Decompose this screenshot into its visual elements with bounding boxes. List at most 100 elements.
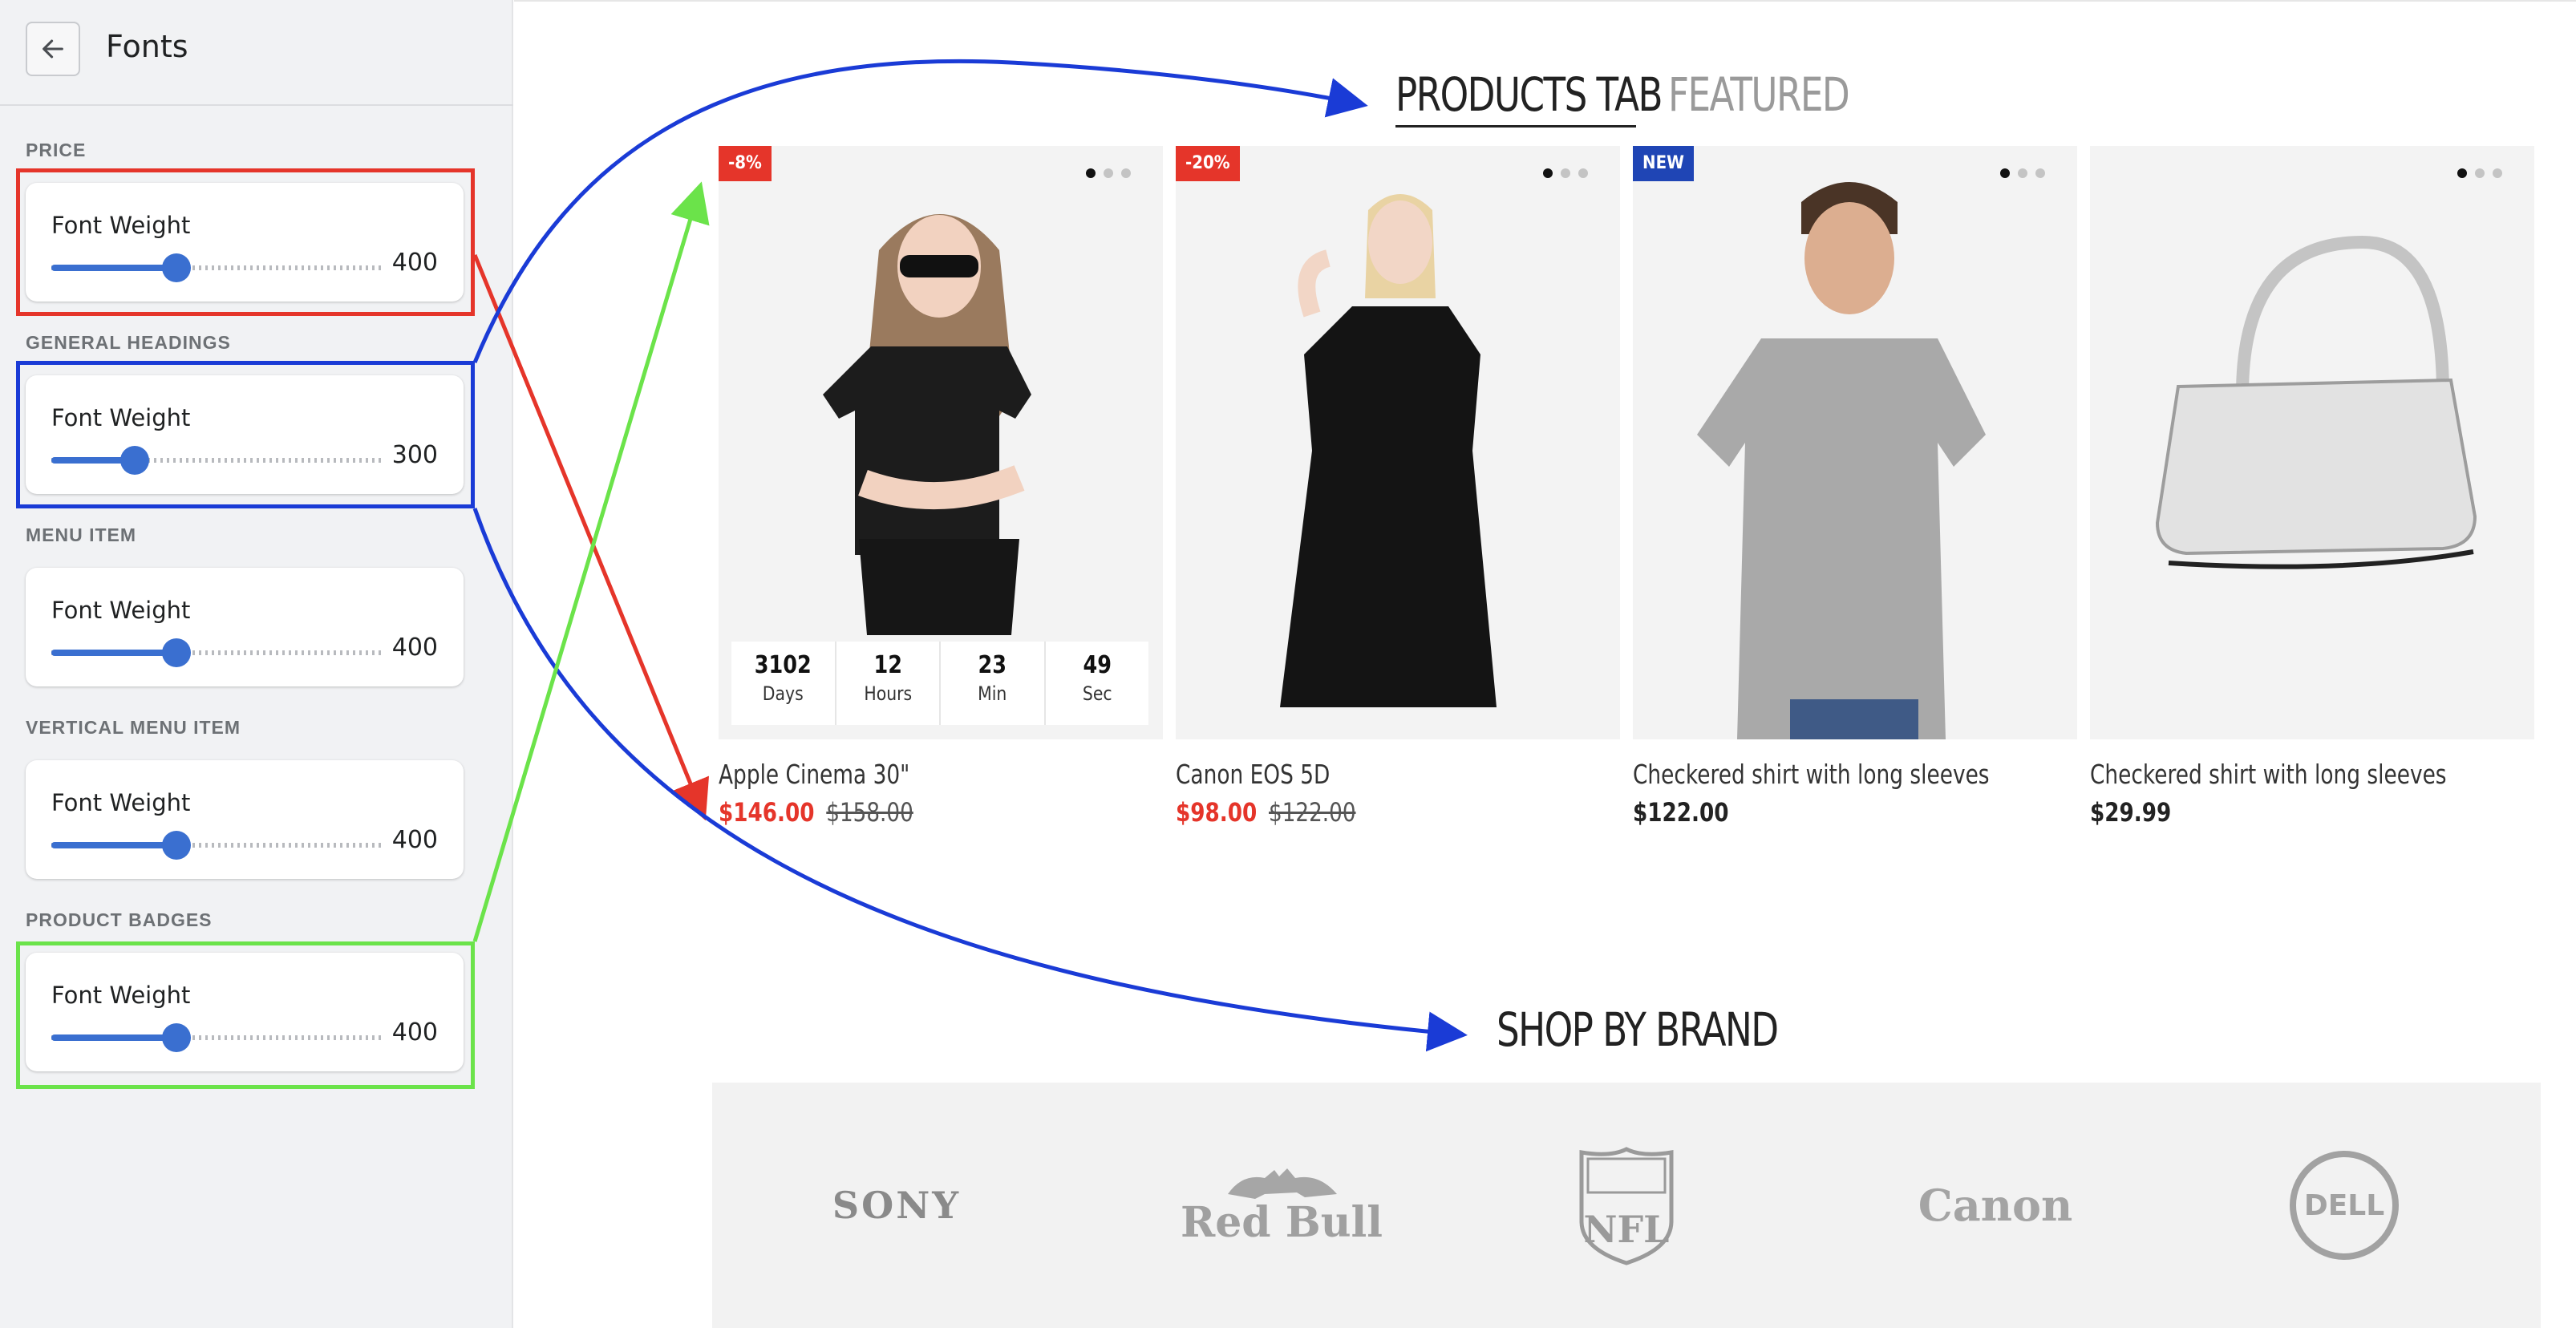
- carousel-dot[interactable]: [1543, 168, 1553, 178]
- carousel-dot[interactable]: [2018, 168, 2027, 178]
- product-image[interactable]: NEW: [1633, 146, 2077, 739]
- image-carousel-dots[interactable]: [1086, 168, 1134, 178]
- product-name[interactable]: Checkered shirt with long sleeves: [2090, 759, 2447, 790]
- active-tab-underline: [1395, 125, 1636, 128]
- shop-by-brand-title: SHOP BY BRAND: [1497, 1002, 1779, 1057]
- carousel-dot[interactable]: [1086, 168, 1096, 178]
- product-photo-woman-black-dress: [1176, 146, 1620, 739]
- brand-logo-nfl[interactable]: NFL: [1562, 1083, 1691, 1328]
- product-price-row: $122.00: [1633, 797, 1729, 828]
- brand-logo-sony[interactable]: SONY: [808, 1083, 985, 1328]
- slider-value: 300: [391, 441, 438, 469]
- slider-value: 400: [391, 826, 438, 854]
- product-price-row: $29.99: [2090, 797, 2171, 828]
- carousel-dot[interactable]: [1104, 168, 1113, 178]
- section-label-price: PRICE: [26, 140, 87, 160]
- countdown-number: 12: [873, 651, 902, 679]
- brand-logo-canon[interactable]: Canon: [1899, 1083, 2092, 1328]
- badges-font-weight-slider[interactable]: [51, 1023, 385, 1052]
- settings-sidebar: Fonts PRICE Font Weight 400 GENERAL HEAD…: [0, 0, 513, 1328]
- countdown-number: 3102: [754, 651, 812, 679]
- product-badge: NEW: [1633, 146, 1694, 181]
- sidebar-header: Fonts: [0, 0, 513, 106]
- countdown-seconds: 49 Sec: [1046, 642, 1149, 725]
- product-photo-man-grey-tshirt: [1633, 146, 2077, 739]
- carousel-dot[interactable]: [1121, 168, 1131, 178]
- carousel-dot[interactable]: [2035, 168, 2045, 178]
- brand-name: Red Bull: [1180, 1198, 1383, 1247]
- brand-name: SONY: [832, 1184, 962, 1227]
- product-name[interactable]: Apple Cinema 30": [719, 759, 909, 790]
- slider-thumb[interactable]: [120, 446, 149, 475]
- font-weight-label: Font Weight: [51, 212, 191, 239]
- slider-fill: [51, 842, 176, 848]
- slider-thumb[interactable]: [162, 253, 191, 282]
- product-price: $146.00: [719, 797, 815, 828]
- tab-featured[interactable]: FEATURED: [1668, 67, 1850, 122]
- carousel-dot[interactable]: [1578, 168, 1588, 178]
- panel-title: Fonts: [106, 29, 188, 64]
- countdown-unit: Days: [762, 682, 804, 705]
- carousel-dot[interactable]: [2493, 168, 2502, 178]
- sale-countdown: 3102 Days 12 Hours 23 Min 49 Sec: [731, 642, 1148, 725]
- menu-item-font-weight-card: Font Weight 400: [26, 568, 464, 686]
- price-font-weight-slider[interactable]: [51, 253, 385, 282]
- headings-font-weight-slider[interactable]: [51, 446, 385, 475]
- product-name[interactable]: Canon EOS 5D: [1176, 759, 1330, 790]
- countdown-number: 49: [1083, 651, 1112, 679]
- brand-logo-dell[interactable]: DELL: [2284, 1083, 2404, 1328]
- price-font-weight-card: Font Weight 400: [26, 183, 464, 302]
- product-badge: -8%: [719, 146, 772, 181]
- slider-fill: [51, 1034, 176, 1041]
- slider-thumb[interactable]: [162, 1023, 191, 1052]
- product-price: $122.00: [1633, 797, 1729, 828]
- carousel-dot[interactable]: [2475, 168, 2485, 178]
- slider-value: 400: [391, 249, 438, 277]
- font-weight-label: Font Weight: [51, 404, 191, 431]
- badges-font-weight-card: Font Weight 400: [26, 953, 464, 1071]
- brand-name: DELL: [2303, 1188, 2385, 1222]
- product-price: $98.00: [1176, 797, 1258, 828]
- product-price: $29.99: [2090, 797, 2172, 828]
- slider-fill: [51, 650, 176, 656]
- product-price-row: $98.00 $122.00: [1176, 797, 1356, 828]
- countdown-number: 23: [978, 651, 1007, 679]
- product-image[interactable]: -20%: [1176, 146, 1620, 739]
- headings-font-weight-card: Font Weight 300: [26, 375, 464, 494]
- slider-thumb[interactable]: [162, 638, 191, 667]
- carousel-dot[interactable]: [2000, 168, 2010, 178]
- countdown-minutes: 23 Min: [941, 642, 1046, 725]
- tab-products[interactable]: PRODUCTS TAB: [1395, 67, 1663, 123]
- product-old-price: $122.00: [1269, 797, 1356, 828]
- bull-icon: [1228, 1168, 1337, 1199]
- menu-item-font-weight-slider[interactable]: [51, 638, 385, 667]
- section-label-product-badges: PRODUCT BADGES: [26, 909, 213, 930]
- brand-name: Canon: [1918, 1180, 2073, 1231]
- slider-fill: [51, 265, 176, 271]
- image-carousel-dots[interactable]: [1543, 168, 1591, 178]
- font-weight-label: Font Weight: [51, 789, 191, 816]
- countdown-unit: Sec: [1082, 682, 1112, 705]
- slider-thumb[interactable]: [162, 831, 191, 860]
- product-name[interactable]: Checkered shirt with long sleeves: [1633, 759, 1990, 790]
- back-button[interactable]: [26, 22, 80, 76]
- section-label-vertical-menu-item: VERTICAL MENU ITEM: [26, 717, 241, 738]
- image-carousel-dots[interactable]: [2457, 168, 2505, 178]
- vertical-menu-item-font-weight-card: Font Weight 400: [26, 760, 464, 879]
- countdown-days: 3102 Days: [731, 642, 836, 725]
- slider-value: 400: [391, 634, 438, 662]
- vertical-menu-item-font-weight-slider[interactable]: [51, 831, 385, 860]
- arrow-left-icon: [43, 39, 63, 59]
- section-label-menu-item: MENU ITEM: [26, 524, 137, 545]
- section-label-general-headings: GENERAL HEADINGS: [26, 332, 231, 353]
- product-image[interactable]: [2090, 146, 2534, 739]
- carousel-dot[interactable]: [2457, 168, 2467, 178]
- product-old-price: $158.00: [826, 797, 913, 828]
- countdown-hours: 12 Hours: [836, 642, 941, 725]
- image-carousel-dots[interactable]: [2000, 168, 2048, 178]
- product-image[interactable]: -8% 3102 Days 12 Hours 23 Min 49 Sec: [719, 146, 1163, 739]
- carousel-dot[interactable]: [1561, 168, 1570, 178]
- slider-value: 400: [391, 1018, 438, 1047]
- countdown-unit: Min: [978, 682, 1007, 705]
- brand-logo-redbull[interactable]: Red Bull: [1177, 1083, 1386, 1328]
